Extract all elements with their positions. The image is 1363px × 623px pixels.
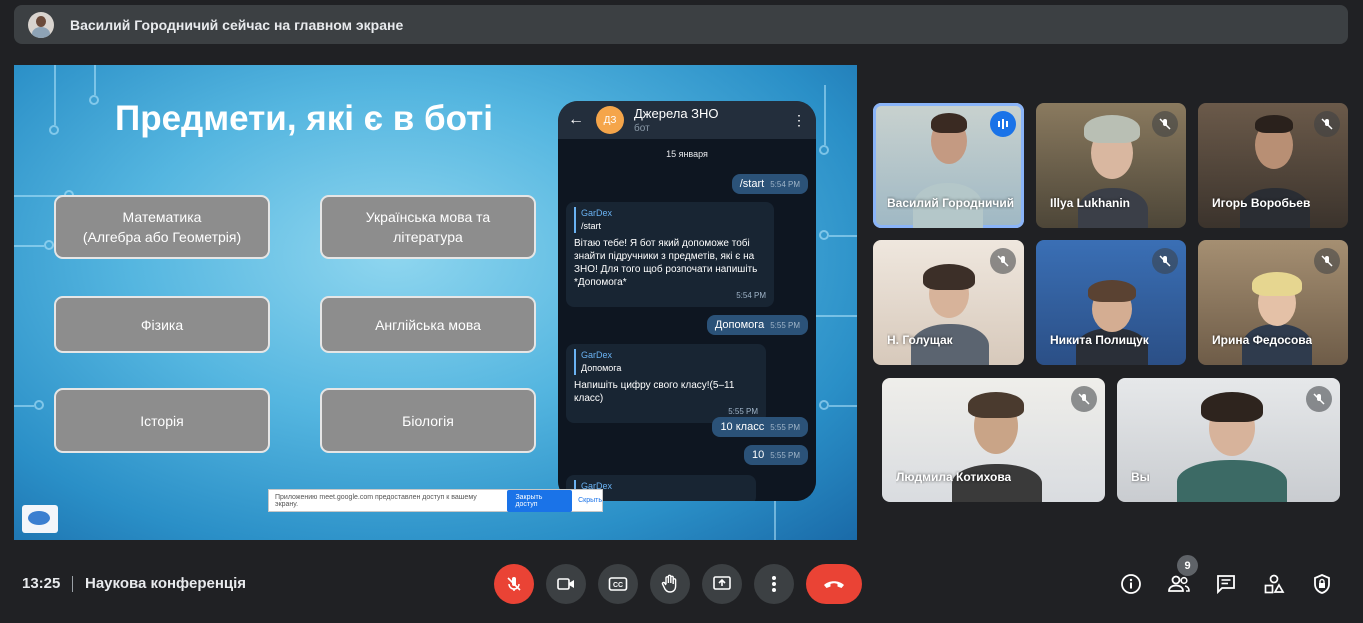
telegram-phone-screenshot: ← ДЗ Джерела ЗНО бот ⋮ 15 января /start 5… — [558, 101, 816, 501]
message-out: 10 класс 5:55 PM — [712, 417, 808, 437]
subject-biology: Біологія — [320, 388, 536, 453]
chat-date: 15 января — [666, 149, 708, 159]
bot-avatar: ДЗ — [596, 106, 624, 134]
more-vert-icon — [772, 576, 776, 592]
slide-title: Предмети, які є в боті — [115, 99, 493, 138]
captions-icon: CC — [608, 577, 628, 591]
participant-name: Н. Голущак — [887, 333, 953, 347]
clock: 13:25 — [22, 575, 61, 592]
mic-off-icon — [507, 577, 521, 591]
participant-name: Никита Полищук — [1050, 333, 1149, 347]
chat-title: Джерела ЗНО — [634, 106, 719, 121]
presenting-banner: Василий Городничий сейчас на главном экр… — [14, 5, 1348, 44]
back-arrow-icon: ← — [568, 111, 584, 128]
participant-name: Illya Lukhanin — [1050, 196, 1131, 210]
message-out: Допомога 5:55 PM — [706, 315, 808, 335]
leave-call-button[interactable] — [806, 564, 862, 604]
participant-tile[interactable]: Illya Lukhanin — [1036, 103, 1186, 228]
subject-math: Математика (Алгебра або Геометрія) — [54, 195, 270, 259]
camera-icon — [557, 578, 574, 590]
message-in: GarDex Допомога Напишіть цифру свого клас… — [566, 344, 766, 423]
mic-off-icon — [1152, 248, 1178, 274]
chat-body: 15 января /start 5:54 PM GarDex/start Віт… — [558, 139, 816, 501]
more-options-button[interactable] — [754, 564, 794, 604]
participant-name: Ирина Федосова — [1212, 333, 1313, 347]
chat-header: ← ДЗ Джерела ЗНО бот ⋮ — [558, 101, 816, 139]
chat-button[interactable] — [1212, 570, 1240, 598]
activities-button[interactable] — [1260, 570, 1288, 598]
presenter-avatar — [28, 11, 54, 38]
message-in: GarDex/start Вітаю тебе! Я бот який допо… — [566, 202, 774, 307]
message-out: 10 5:55 PM — [743, 445, 808, 465]
mic-off-icon — [1314, 248, 1340, 274]
subject-ukrainian: Українська мова та література — [320, 195, 536, 259]
participant-name: Игорь Воробьев — [1212, 196, 1311, 210]
participant-tile[interactable]: Ирина Федосова — [1198, 240, 1348, 365]
participant-tile[interactable]: Никита Полищук — [1036, 240, 1186, 365]
participant-tile[interactable]: Игорь Воробьев — [1198, 103, 1348, 228]
raise-hand-button[interactable] — [650, 564, 690, 604]
screen-share-notice: Приложению meet.google.com предоставлен … — [268, 489, 603, 512]
camera-toggle-button[interactable] — [546, 564, 586, 604]
subject-history: Історія — [54, 388, 270, 453]
school-logo — [22, 505, 58, 533]
subject-physics: Фізика — [54, 296, 270, 353]
host-controls-button[interactable] — [1308, 570, 1336, 598]
stop-sharing-button[interactable]: Закрыть доступ — [507, 489, 573, 512]
mic-off-icon — [990, 248, 1016, 274]
participant-tile[interactable]: Н. Голущак — [873, 240, 1024, 365]
mic-off-icon — [1314, 111, 1340, 137]
speaking-icon — [990, 111, 1016, 137]
participant-name: Людмила Котихова — [896, 470, 1012, 484]
info-icon — [1121, 574, 1141, 594]
chat-subtitle: бот — [634, 123, 650, 134]
participant-name: Василий Городничий — [887, 196, 1015, 210]
mic-toggle-button[interactable] — [494, 564, 534, 604]
chat-icon — [1217, 575, 1235, 595]
hand-icon — [661, 574, 677, 593]
banner-text: Василий Городничий сейчас на главном экр… — [70, 16, 404, 33]
subject-english: Англійська мова — [320, 296, 536, 353]
mic-off-icon — [1306, 386, 1332, 412]
shield-lock-icon — [1314, 574, 1330, 594]
meeting-title: Наукова конференція — [85, 575, 247, 592]
participant-tile[interactable]: Людмила Котихова — [882, 378, 1105, 502]
participant-tile[interactable]: Василий Городничий — [873, 103, 1024, 228]
message-out: /start 5:54 PM — [731, 174, 808, 194]
present-icon — [713, 576, 731, 590]
hide-notice-button[interactable]: Скрыть — [578, 497, 602, 504]
divider — [72, 576, 73, 592]
shared-screen: Предмети, які є в боті Математика (Алгебр… — [14, 65, 857, 540]
participant-tile-self[interactable]: Вы — [1117, 378, 1340, 502]
meeting-details-button[interactable] — [1117, 570, 1145, 598]
mic-off-icon — [1071, 386, 1097, 412]
present-screen-button[interactable] — [702, 564, 742, 604]
activities-icon — [1264, 574, 1285, 594]
captions-button[interactable]: CC — [598, 564, 638, 604]
people-icon — [1168, 575, 1190, 592]
hang-up-icon — [824, 581, 844, 588]
more-vert-icon: ⋮ — [792, 111, 806, 128]
participant-name: Вы — [1131, 470, 1150, 484]
mic-off-icon — [1152, 111, 1178, 137]
svg-text:CC: CC — [613, 582, 623, 589]
participant-count-badge: 9 — [1177, 555, 1198, 576]
